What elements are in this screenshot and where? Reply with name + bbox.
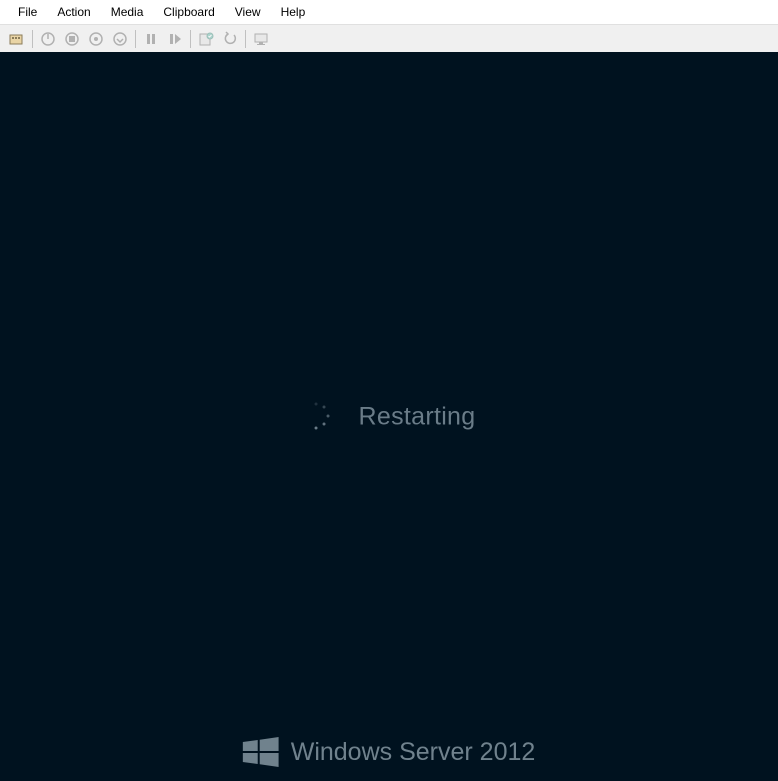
revert-button[interactable]	[219, 28, 241, 50]
boot-status: Restarting	[303, 402, 476, 431]
menu-media[interactable]: Media	[101, 2, 154, 22]
menubar: File Action Media Clipboard View Help	[0, 0, 778, 25]
menu-view[interactable]: View	[225, 2, 271, 22]
menu-file[interactable]: File	[8, 2, 47, 22]
menu-clipboard[interactable]: Clipboard	[153, 2, 224, 22]
reset-icon	[167, 31, 183, 47]
os-brand-text: Windows Server 2012	[291, 738, 536, 767]
windows-logo-icon	[243, 737, 279, 767]
toolbar-separator	[32, 30, 33, 48]
toolbar-separator	[190, 30, 191, 48]
toolbar	[0, 25, 778, 52]
os-branding: Windows Server 2012	[243, 737, 536, 767]
reset-button[interactable]	[164, 28, 186, 50]
menu-help[interactable]: Help	[271, 2, 316, 22]
checkpoint-button[interactable]	[195, 28, 217, 50]
turnoff-icon	[64, 31, 80, 47]
start-icon	[40, 31, 56, 47]
ctrl-alt-del-button[interactable]	[6, 28, 28, 50]
shutdown-button[interactable]	[85, 28, 107, 50]
save-button[interactable]	[109, 28, 131, 50]
pause-button[interactable]	[140, 28, 162, 50]
turnoff-button[interactable]	[61, 28, 83, 50]
checkpoint-icon	[198, 31, 214, 47]
menu-action[interactable]: Action	[47, 2, 100, 22]
ctrl-alt-del-icon	[9, 31, 25, 47]
shutdown-icon	[88, 31, 104, 47]
enhanced-session-icon	[253, 31, 269, 47]
start-button[interactable]	[37, 28, 59, 50]
toolbar-separator	[245, 30, 246, 48]
spinner-icon	[303, 403, 331, 431]
enhanced-session-button[interactable]	[250, 28, 272, 50]
pause-icon	[143, 31, 159, 47]
vm-display[interactable]: Restarting Windows Server 2012	[0, 52, 778, 781]
revert-icon	[222, 31, 238, 47]
boot-status-text: Restarting	[359, 402, 476, 431]
toolbar-separator	[135, 30, 136, 48]
save-icon	[112, 31, 128, 47]
